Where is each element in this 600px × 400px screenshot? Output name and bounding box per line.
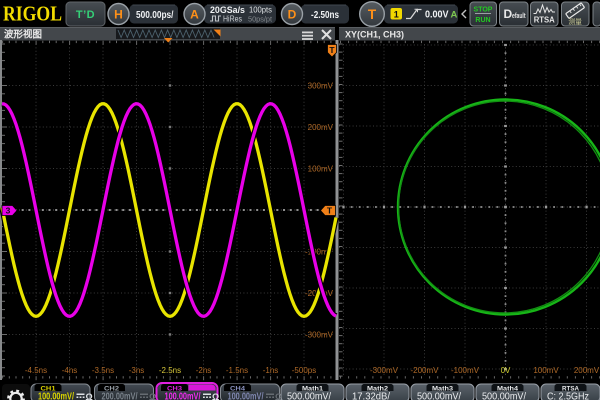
svg-text:-2.50ns: -2.50ns [311, 10, 339, 21]
svg-text:-1.5ns: -1.5ns [226, 366, 248, 375]
svg-text:200mV: 200mV [574, 366, 600, 375]
svg-text:波形视图: 波形视图 [4, 28, 42, 40]
svg-text:20GSa/s: 20GSa/s [210, 5, 245, 15]
svg-text:Ω: Ω [86, 392, 93, 400]
svg-text:XY(CH1, CH3): XY(CH1, CH3) [345, 30, 404, 40]
svg-text:-4ns: -4ns [62, 366, 78, 375]
svg-text:0V: 0V [501, 366, 511, 375]
svg-text:D: D [288, 7, 297, 21]
svg-text:1: 1 [394, 9, 399, 19]
svg-text:200mV: 200mV [308, 123, 334, 132]
svg-text:HiRes: HiRes [223, 15, 242, 24]
svg-text:200.00mV/: 200.00mV/ [102, 391, 138, 400]
svg-text:300mV: 300mV [308, 81, 334, 90]
svg-text:100mV: 100mV [308, 164, 334, 173]
svg-text:-300mV: -300mV [305, 330, 334, 339]
svg-text:-1ns: -1ns [263, 366, 279, 375]
svg-text:100pts: 100pts [249, 6, 272, 15]
svg-text:0.00V: 0.00V [425, 10, 449, 21]
svg-text:T: T [368, 7, 377, 22]
svg-text:500.00ps/: 500.00ps/ [136, 10, 174, 21]
svg-text:3: 3 [6, 206, 11, 216]
svg-text:100.00mV/: 100.00mV/ [165, 391, 201, 400]
svg-text:H: H [114, 7, 123, 21]
svg-text:-200mV: -200mV [410, 366, 439, 375]
svg-text:RIGOL: RIGOL [3, 2, 62, 26]
svg-text:-100mV: -100mV [451, 366, 480, 375]
svg-text:RUN: RUN [475, 17, 490, 24]
svg-text:-500ps: -500ps [292, 366, 316, 375]
svg-text:C: 2.5GHz: C: 2.5GHz [547, 391, 589, 400]
svg-text:Ω: Ω [149, 392, 156, 400]
svg-text:A: A [190, 7, 199, 21]
svg-text:efault: efault [512, 11, 526, 20]
svg-text:-3ns: -3ns [129, 366, 145, 375]
svg-text:测量: 测量 [568, 18, 582, 26]
svg-text:100.00mV/: 100.00mV/ [228, 391, 264, 400]
svg-text:STOP: STOP [474, 7, 493, 14]
svg-text:T: T [329, 45, 335, 55]
svg-text:500.00mV/: 500.00mV/ [417, 391, 461, 400]
svg-text:-4.5ns: -4.5ns [25, 366, 47, 375]
svg-text:-300mV: -300mV [370, 366, 399, 375]
svg-text:T: T [327, 206, 333, 216]
svg-text:T’D: T’D [76, 9, 95, 21]
svg-text:100.00mV/: 100.00mV/ [38, 391, 74, 400]
svg-text:Ω: Ω [212, 392, 219, 400]
svg-text:-3.5ns: -3.5ns [92, 366, 114, 375]
svg-text:50ps/pt: 50ps/pt [248, 15, 272, 24]
svg-text:RTSA: RTSA [534, 16, 555, 25]
svg-text:-2.5ns: -2.5ns [159, 366, 181, 375]
svg-text:500.00mV/: 500.00mV/ [482, 391, 526, 400]
svg-text:A: A [451, 10, 458, 21]
svg-text:500.00mV/: 500.00mV/ [287, 391, 331, 400]
svg-text:-2ns: -2ns [196, 366, 212, 375]
svg-text:17.32dB/: 17.32dB/ [352, 391, 390, 400]
svg-text:100mV: 100mV [533, 366, 559, 375]
